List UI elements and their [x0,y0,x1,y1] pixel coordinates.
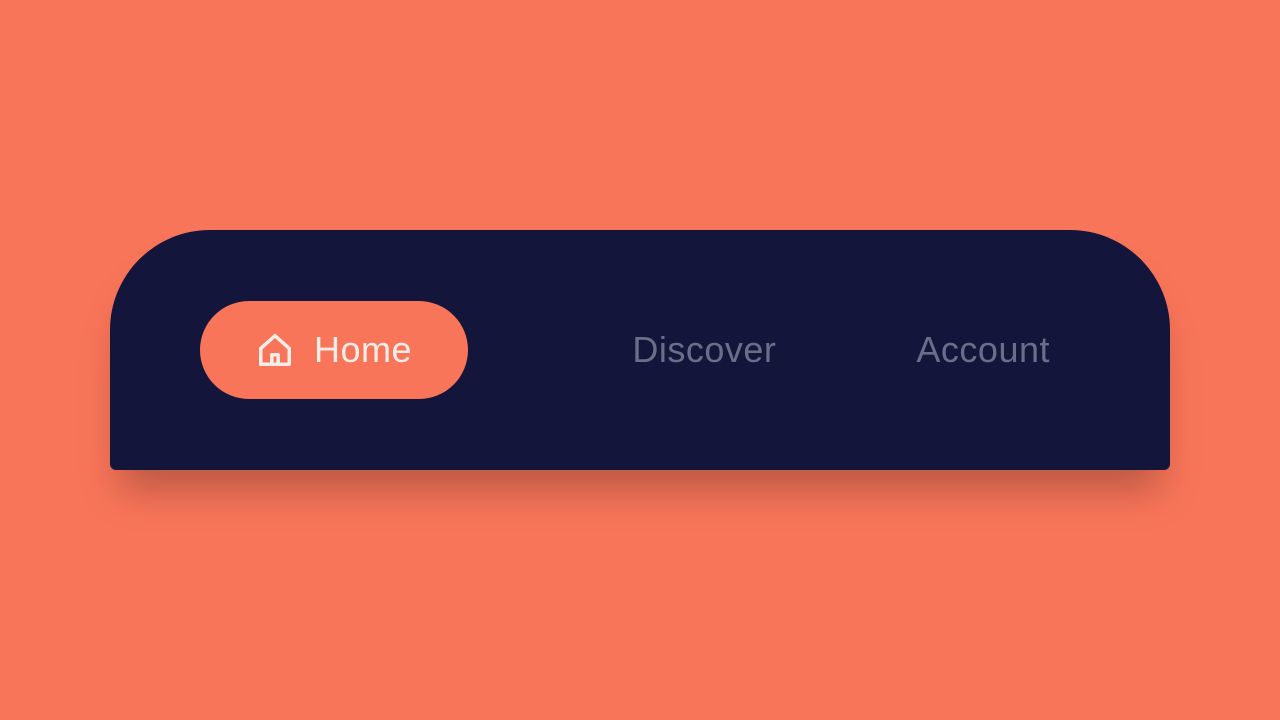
navigation-bar: Home Discover Account [110,230,1170,470]
nav-item-account[interactable]: Account [916,329,1050,371]
home-icon [256,331,294,369]
nav-item-label: Discover [632,329,776,371]
nav-item-label: Account [916,329,1050,371]
nav-item-home[interactable]: Home [200,301,468,399]
nav-item-discover[interactable]: Discover [632,329,776,371]
nav-item-label: Home [314,329,412,371]
